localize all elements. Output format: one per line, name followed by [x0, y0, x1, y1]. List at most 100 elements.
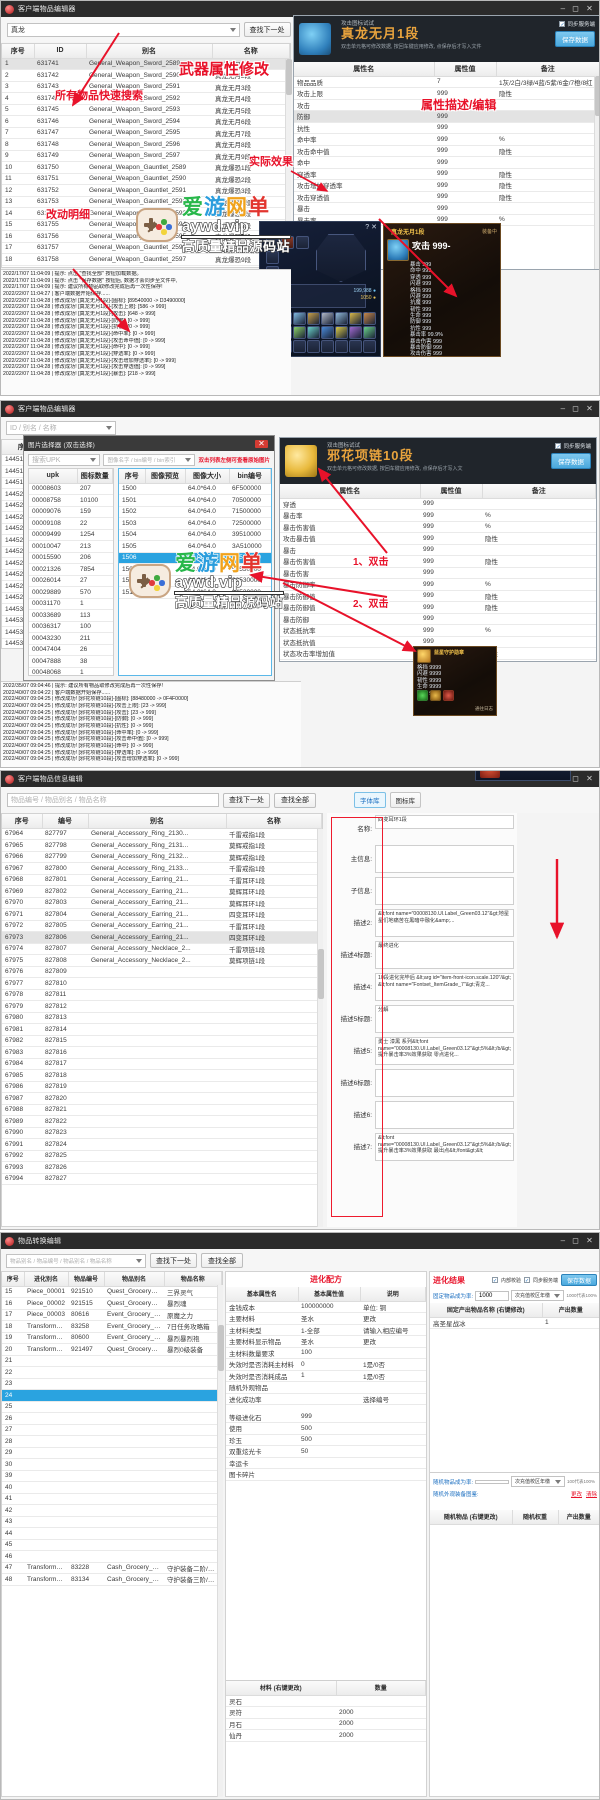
field-input[interactable]: &lt;font name="00008130.UI.Label_Green03… — [375, 909, 514, 937]
table-row[interactable]: 45 — [2, 1539, 222, 1551]
table-row[interactable]: 暴击 999 — [280, 544, 596, 556]
recipe-extra-body[interactable]: 等级进化石 999 使用 500 珍玉 500 双重炫光卡 50 幸运卡 图卡碎片 — [226, 1411, 426, 1481]
table-row[interactable]: 28 — [2, 1435, 222, 1448]
table-row[interactable]: 67994 827827 — [2, 1173, 322, 1185]
table-row[interactable]: 67975 827808 General_Accessory_Necklace_2.… — [2, 954, 322, 967]
recipe-extra-table[interactable]: 等级进化石 999 使用 500 珍玉 500 双重炫光卡 50 幸运卡 图卡碎片 — [226, 1411, 426, 1481]
table-row[interactable]: 67986 827819 — [2, 1081, 322, 1093]
table-row[interactable]: 67974 827807 General_Accessory_Necklace_2.… — [2, 943, 322, 955]
table-row[interactable]: 00009076 159 — [29, 506, 113, 518]
tab-icon-library[interactable]: 图标库 — [389, 792, 421, 808]
close-icon[interactable]: ✕ — [255, 439, 268, 448]
item-icon-fish[interactable] — [299, 23, 331, 55]
table-row[interactable]: 00033689 113 — [29, 609, 113, 622]
result-checkboxes[interactable]: ✓ 内部校验 ✓ 同步服务端 — [491, 1277, 558, 1284]
table-row[interactable]: 67970 827803 General_Accessory_Earring_21.… — [2, 897, 322, 909]
upk-list[interactable]: upk 图标数量 00008603 207 00008758 10100 0000907… — [28, 468, 114, 676]
attribute-table-panel1[interactable]: 属性名 属性值 备注 物品品质 7 1灰/2白/3绿/4蓝/5紫/6金/7橙/8红攻… — [294, 62, 599, 226]
log-console-panel1[interactable]: 2022/17/07 11:04:09 | 提示: 点击 "查找全部" 按钮加载… — [1, 269, 291, 395]
inventory-slot[interactable] — [349, 326, 362, 339]
find-all-button-panel3[interactable]: 查找全部 — [274, 792, 316, 808]
scrollbar-item-list-panel4[interactable] — [217, 1285, 224, 1797]
field-input[interactable] — [375, 877, 514, 905]
table-row[interactable]: 1504 64.0*64.0 39510000 — [119, 529, 271, 541]
table-row[interactable]: 67985 827818 — [2, 1069, 322, 1082]
table-row[interactable]: 67967 827800 General_Accessory_Ring_2133..… — [2, 862, 322, 875]
table-row[interactable]: 3 631743 General_Weapon_Sword_2591 真龙无月3段 — [2, 81, 290, 93]
equip-slot[interactable] — [296, 236, 309, 249]
inventory-slot[interactable] — [349, 340, 362, 353]
fixed-output-table[interactable]: 固定产出物品名称 (右键修改) 产出数量 高圣星战冰 1 — [430, 1303, 599, 1329]
find-next-button-panel3[interactable]: 查找下一处 — [223, 792, 270, 808]
picker-close[interactable]: ✕ — [255, 439, 270, 448]
table-row[interactable]: 19Transform_Ev...80600Event_Grocery_Coin… — [2, 1332, 222, 1344]
scrollbar-item-list-panel3[interactable] — [317, 829, 324, 1227]
maximize-icon[interactable]: ◻ — [572, 775, 579, 783]
chevron-down-icon[interactable] — [555, 1480, 562, 1484]
field-input[interactable]: 分解 — [375, 1005, 514, 1033]
table-row[interactable]: 攻击暴击值 999 隐性 — [280, 532, 596, 545]
table-row[interactable]: 67979 827812 — [2, 1000, 322, 1013]
attribute-table-wrap-panel2[interactable]: 属性名 属性值 备注 穿透 999 暴击率 999% 暴击伤害值 999% 攻击暴击值 999… — [280, 484, 596, 661]
table-row[interactable]: 6 631746 General_Weapon_Sword_2594 真龙无月6段 — [2, 115, 290, 128]
save-data-button-panel2[interactable]: 保存数据 — [551, 453, 591, 469]
item-list-panel4[interactable]: 序号 进化别名 物品编号 物品别名 物品名称 15 Piece_00001 9215… — [1, 1271, 223, 1797]
minimize-icon[interactable]: – — [561, 405, 566, 413]
table-row[interactable]: 11 631751 General_Weapon_Gauntlet_2590 真龙爆恐… — [2, 173, 290, 185]
table-row[interactable]: 00047404 26 — [29, 644, 113, 656]
table-row[interactable]: 21 — [2, 1355, 222, 1367]
table-row[interactable]: 18Transform_Ev...83258Event_Grocery_Box_… — [2, 1320, 222, 1333]
table-row[interactable]: 67984 827817 — [2, 1058, 322, 1070]
table-row[interactable]: 67992 827825 — [2, 1150, 322, 1162]
inventory-slot[interactable] — [363, 326, 376, 339]
table-row[interactable]: 67973 827806 General_Accessory_Earring_21.… — [2, 931, 322, 944]
table-row[interactable]: 67981 827814 — [2, 1023, 322, 1036]
table-row[interactable]: 10 631750 General_Weapon_Gauntlet_2589 真龙爆恐… — [2, 161, 290, 174]
table-row[interactable]: 暴击 999 — [294, 202, 599, 215]
table-row[interactable]: 暴击伤害值 999% — [280, 521, 596, 533]
table-row[interactable]: 67965 827798 General_Accessory_Ring_2131..… — [2, 839, 322, 852]
checkbox-icon[interactable]: ✓ — [523, 1277, 530, 1284]
random-icon-clear-link[interactable]: 清除 — [586, 1490, 597, 1498]
game-window-controls[interactable]: ? ✕ — [365, 223, 377, 231]
chevron-down-icon[interactable] — [229, 27, 236, 32]
inventory-slot[interactable] — [307, 340, 320, 353]
table-row[interactable]: 暴击防御 999 — [280, 613, 596, 625]
find-all-button-panel4[interactable]: 查找全部 — [201, 1253, 243, 1268]
maximize-icon[interactable]: ◻ — [572, 1237, 579, 1245]
window-controls[interactable]: – ◻ ✕ — [561, 405, 595, 413]
table-row[interactable]: 主要材料 圣水 更改 — [226, 1312, 426, 1325]
table-row[interactable]: 4 631744 General_Weapon_Sword_2592 真龙无月4段 — [2, 92, 290, 105]
inventory-slot[interactable] — [363, 312, 376, 325]
table-row[interactable]: 穿透率 999 隐性 — [294, 168, 599, 180]
table-row[interactable]: 穿透 999 — [280, 498, 596, 510]
table-row[interactable]: 00015590 206 — [29, 552, 113, 564]
attribute-table-panel2[interactable]: 属性名 属性值 备注 穿透 999 暴击率 999% 暴击伤害值 999% 攻击暴击值 999… — [280, 484, 596, 661]
window-controls[interactable]: – ◻ ✕ — [561, 1237, 595, 1245]
table-row[interactable]: 9 631749 General_Weapon_Sword_2597 真龙无月9段 — [2, 150, 290, 162]
table-row[interactable]: 67966 827799 General_Accessory_Ring_2132..… — [2, 851, 322, 863]
chevron-down-icon[interactable] — [554, 1294, 561, 1298]
inventory-slot[interactable] — [293, 312, 306, 325]
table-row[interactable]: 27 — [2, 1424, 222, 1436]
inventory-slot[interactable] — [363, 340, 376, 353]
table-row[interactable]: 失效时是否消耗成品 1 1是/0否 — [226, 1370, 426, 1382]
field-input[interactable]: &lt;font name="00008130.UI.Label_Green03… — [375, 1133, 514, 1161]
table-row[interactable]: 00008758 10100 — [29, 494, 113, 507]
checkbox-icon[interactable]: ✓ — [559, 21, 566, 28]
table-row[interactable]: 00010047 213 — [29, 540, 113, 553]
table-row[interactable]: 物品品质 7 1灰/2白/3绿/4蓝/5紫/6金/7橙/8红 — [294, 76, 599, 88]
table-row[interactable]: 暴击率999% — [280, 509, 596, 522]
table-body-panel4[interactable]: 15Piece_00001921510Quest_Grocery_Lege...… — [2, 1286, 222, 1586]
table-row[interactable]: 41 — [2, 1493, 222, 1505]
table-row[interactable]: 暴击伤害值 999 隐性 — [280, 555, 596, 568]
table-row[interactable]: 23 — [2, 1378, 222, 1390]
table-row[interactable]: 命中率 999% — [294, 133, 599, 146]
table-row[interactable]: 1501 64.0*64.0 70500000 — [119, 494, 271, 507]
recipe-table[interactable]: 基本属性名 基本属性值 说明 金钱成本 100000000 单位: 铜主要材料 圣水更… — [226, 1287, 426, 1405]
field-input[interactable]: 最终进化 — [375, 941, 514, 969]
table-row[interactable]: 1503 64.0*64.0 72500000 — [119, 517, 271, 530]
table-row[interactable]: 67978 827811 — [2, 989, 322, 1001]
table-row[interactable]: 灵符 2000 — [226, 1706, 426, 1719]
table-row[interactable]: 42 — [2, 1504, 222, 1517]
